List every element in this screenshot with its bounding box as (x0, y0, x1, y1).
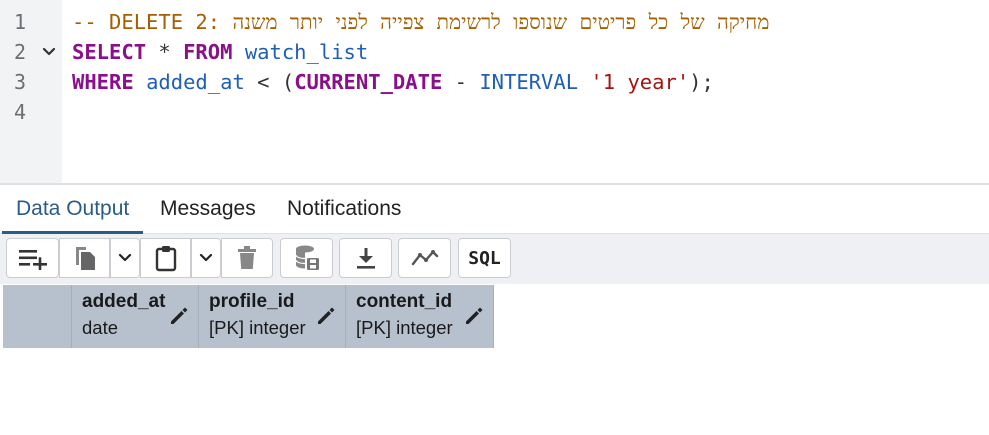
column-name: profile_id (209, 291, 295, 312)
row-number-header[interactable] (3, 285, 72, 348)
column-header-profile-id[interactable]: profile_id [PK] integer (199, 285, 346, 348)
comment-prefix: -- DELETE 2: (72, 10, 233, 34)
column-name: added_at (146, 70, 245, 94)
editor-line-2: 2 SELECT * FROM watch_list (0, 37, 989, 67)
keyword-from: FROM (183, 40, 233, 64)
chevron-down-icon (199, 253, 213, 262)
editor-line-4: 4 (0, 97, 989, 127)
code-line-1[interactable]: -- DELETE 2: מחיקה של כל פריטים שנוספו ל… (72, 7, 769, 37)
keyword-where: WHERE (72, 70, 134, 94)
keyword-interval: INTERVAL (479, 70, 579, 94)
download-button[interactable] (339, 238, 392, 278)
results-toolbar: SQL (0, 234, 989, 284)
line-number: 2 (14, 40, 27, 64)
database-save-icon (294, 245, 319, 270)
open-paren: ( (281, 70, 295, 94)
tab-messages[interactable]: Messages (146, 185, 270, 231)
star-operator: * (158, 40, 171, 64)
table-name: watch_list (244, 40, 369, 64)
results-panel: Data Output Messages Notifications SQL a… (0, 183, 989, 435)
paste-button[interactable] (140, 238, 191, 278)
column-type: [PK] integer (209, 317, 306, 338)
column-name: content_id (356, 291, 453, 312)
add-row-icon (18, 250, 47, 270)
download-icon (356, 248, 375, 269)
line-chart-icon (411, 250, 438, 266)
pencil-icon[interactable] (315, 305, 337, 327)
string-literal: '1 year' (590, 70, 690, 94)
line-number: 1 (14, 10, 27, 34)
function-current-date: CURRENT_DATE (294, 70, 443, 94)
sql-editor[interactable]: 1 -- DELETE 2: מחיקה של כל פריטים שנוספו… (0, 0, 989, 183)
tab-data-output[interactable]: Data Output (2, 185, 144, 234)
copy-button[interactable] (59, 238, 110, 278)
pencil-icon[interactable] (463, 305, 485, 327)
save-data-button[interactable] (280, 238, 333, 278)
close-paren-semicolon: ); (689, 70, 714, 94)
code-line-2[interactable]: SELECT * FROM watch_list (72, 37, 368, 67)
keyword-select: SELECT (72, 40, 147, 64)
editor-line-3: 3 WHERE added_at < (CURRENT_DATE - INTER… (0, 67, 989, 97)
column-name: added_at (82, 291, 166, 312)
pencil-icon[interactable] (168, 305, 190, 327)
editor-line-1: 1 -- DELETE 2: מחיקה של כל פריטים שנוספו… (0, 7, 989, 37)
trash-icon (238, 246, 256, 269)
code-line-3[interactable]: WHERE added_at < (CURRENT_DATE - INTERVA… (72, 67, 714, 97)
add-row-button[interactable] (6, 238, 59, 278)
chevron-down-icon[interactable] (41, 37, 57, 67)
column-type: date (82, 317, 119, 338)
less-than-operator: < (257, 70, 270, 94)
graph-button[interactable] (398, 238, 451, 278)
comment-text: מחיקה של כל פריטים שנוספו לרשימת צפייה ל… (232, 10, 770, 34)
copy-icon (75, 247, 95, 270)
minus-operator: - (454, 70, 467, 94)
paste-options-button[interactable] (191, 238, 221, 278)
column-header-content-id[interactable]: content_id [PK] integer (346, 285, 494, 348)
line-number: 4 (14, 100, 27, 124)
data-grid: added_at date profile_id [PK] integer co… (3, 285, 494, 348)
column-header-added-at[interactable]: added_at date (72, 285, 199, 348)
line-number: 3 (14, 70, 27, 94)
results-tabs: Data Output Messages Notifications (0, 185, 989, 234)
tab-notifications[interactable]: Notifications (273, 185, 415, 231)
copy-options-button[interactable] (110, 238, 140, 278)
delete-button[interactable] (221, 238, 273, 278)
chevron-down-icon (118, 253, 132, 262)
sql-icon: SQL (468, 247, 501, 269)
query-tool: 1 -- DELETE 2: מחיקה של כל פריטים שנוספו… (0, 0, 989, 435)
column-type: [PK] integer (356, 317, 453, 338)
paste-icon (155, 246, 176, 272)
sql-button[interactable]: SQL (458, 238, 511, 278)
